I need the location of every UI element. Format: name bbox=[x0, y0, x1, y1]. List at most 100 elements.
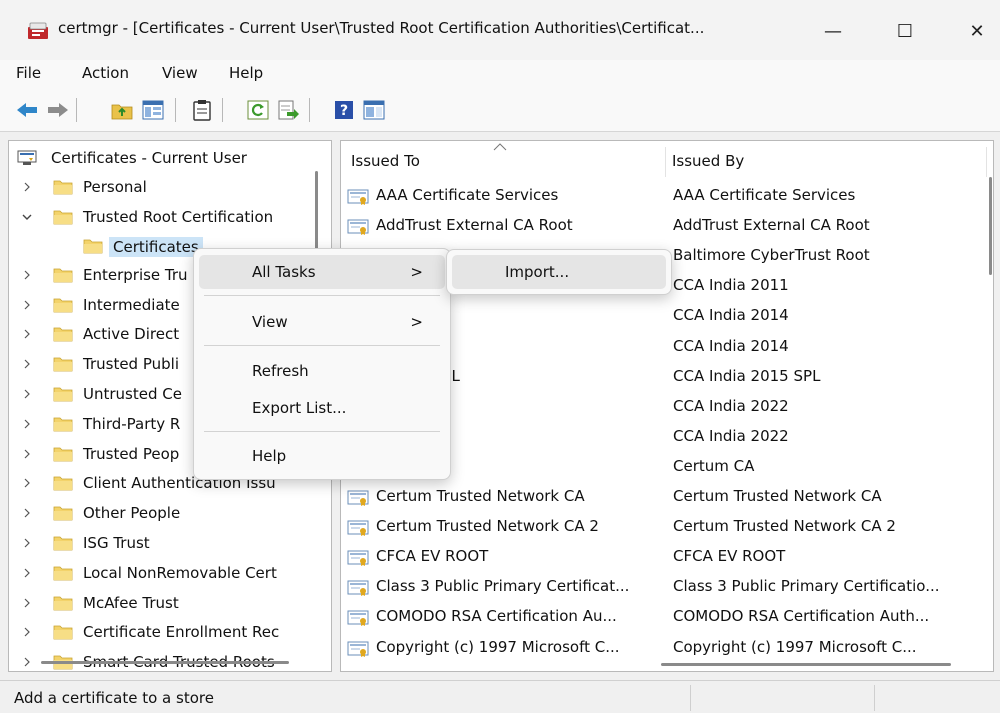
chevron-right-icon[interactable] bbox=[21, 656, 33, 668]
clipboard-icon[interactable] bbox=[190, 98, 214, 122]
issued-by-cell: CCA India 2015 SPL bbox=[673, 366, 821, 385]
chevron-right-icon[interactable] bbox=[21, 418, 33, 430]
menu-action[interactable]: Action bbox=[82, 64, 129, 82]
certificate-icon bbox=[347, 490, 369, 506]
issued-to-cell: Certum Trusted Network CA 2 bbox=[376, 517, 599, 536]
minimize-button[interactable]: — bbox=[808, 13, 858, 49]
folder-icon bbox=[83, 239, 103, 254]
issued-to-cell: COMODO RSA Certification Au... bbox=[376, 607, 617, 626]
chevron-right-icon[interactable] bbox=[21, 626, 33, 638]
certificate-icon bbox=[347, 580, 369, 597]
chevron-right-icon[interactable] bbox=[21, 358, 33, 370]
tree-item-label: Active Direct bbox=[83, 325, 180, 344]
issued-to-cell: Class 3 Public Primary Certificat... bbox=[376, 577, 630, 596]
chevron-right-icon[interactable] bbox=[21, 328, 33, 340]
table-row[interactable]: Copyright (c) 1997 Microsoft C... Copyrig… bbox=[341, 633, 991, 663]
folder-icon bbox=[53, 566, 73, 581]
folder-icon bbox=[53, 625, 73, 640]
sort-ascending-icon bbox=[493, 143, 507, 151]
context-menu-export-list[interactable]: Export List... bbox=[199, 391, 445, 425]
up-folder-icon[interactable] bbox=[110, 98, 134, 122]
tree-item-label: ISG Trust bbox=[83, 534, 150, 552]
certmgr-app-icon bbox=[28, 22, 48, 39]
certificate-icon bbox=[347, 520, 369, 537]
folder-icon bbox=[53, 387, 73, 402]
chevron-right-icon[interactable] bbox=[21, 181, 33, 193]
certificates-store-icon bbox=[17, 150, 37, 165]
refresh-icon[interactable] bbox=[246, 98, 270, 122]
folder-icon bbox=[53, 327, 73, 342]
list-horizontal-scrollbar[interactable] bbox=[661, 663, 951, 666]
table-row[interactable]: Certum Trusted Network CA 2 Certum Truste… bbox=[341, 512, 991, 542]
window-title: certmgr - [Certificates - Current User\T… bbox=[58, 19, 705, 37]
tree-item-label: McAfee Trust bbox=[83, 593, 179, 612]
chevron-right-icon[interactable] bbox=[21, 567, 33, 579]
tree-item-label: Third-Party R bbox=[83, 414, 181, 433]
help-icon[interactable]: ? bbox=[332, 98, 356, 122]
folder-icon bbox=[53, 268, 73, 283]
issued-to-cell: AAA Certificate Services bbox=[376, 186, 559, 204]
chevron-right-icon[interactable] bbox=[21, 299, 33, 311]
table-row[interactable]: COMODO RSA Certification Au... COMODO RSA… bbox=[341, 602, 991, 632]
context-menu-view[interactable]: View > bbox=[199, 305, 445, 339]
issued-by-cell: Certum CA bbox=[673, 456, 755, 475]
tree-item-label: Other People bbox=[83, 504, 181, 523]
issued-by-cell: CFCA EV ROOT bbox=[673, 547, 786, 566]
tree-item-label: Untrusted Ce bbox=[83, 385, 182, 403]
folder-icon bbox=[53, 447, 73, 461]
context-menu: All Tasks > View > Refresh Export List..… bbox=[193, 248, 451, 480]
show-hide-tree-icon[interactable] bbox=[141, 98, 165, 122]
list-vertical-scrollbar[interactable] bbox=[989, 177, 992, 275]
issued-by-cell: CCA India 2014 bbox=[673, 306, 789, 325]
column-issued-by[interactable]: Issued By bbox=[666, 141, 986, 181]
properties-pane-icon[interactable] bbox=[362, 98, 386, 122]
context-menu-help[interactable]: Help bbox=[199, 439, 445, 473]
issued-by-cell: Certum Trusted Network CA 2 bbox=[673, 517, 896, 536]
issued-by-cell: Certum Trusted Network CA bbox=[673, 487, 882, 505]
submenu-import[interactable]: Import... bbox=[452, 255, 666, 289]
folder-icon bbox=[53, 417, 73, 432]
issued-by-cell: CCA India 2014 bbox=[673, 336, 789, 355]
chevron-right-icon[interactable] bbox=[21, 269, 33, 281]
table-row[interactable]: AddTrust External CA Root AddTrust Extern… bbox=[341, 211, 991, 241]
certificate-icon bbox=[347, 219, 369, 236]
certificate-icon bbox=[347, 189, 369, 205]
context-menu-all-tasks[interactable]: All Tasks > bbox=[199, 255, 445, 289]
chevron-right-icon[interactable] bbox=[21, 477, 33, 489]
chevron-right-icon[interactable] bbox=[21, 388, 33, 400]
table-row[interactable]: Class 3 Public Primary Certificat... Clas… bbox=[341, 572, 991, 602]
maximize-button[interactable]: ☐ bbox=[880, 13, 930, 49]
folder-icon bbox=[53, 210, 73, 225]
all-tasks-submenu: Import... bbox=[446, 249, 672, 295]
column-issued-to[interactable]: Issued To bbox=[341, 141, 665, 181]
issued-to-cell: Certum Trusted Network CA bbox=[376, 487, 585, 505]
menu-file[interactable]: File bbox=[16, 64, 41, 82]
table-row[interactable]: Certum Trusted Network CA Certum Trusted … bbox=[341, 482, 991, 512]
folder-icon bbox=[53, 357, 73, 372]
tree-horizontal-scrollbar[interactable] bbox=[41, 661, 289, 664]
issued-by-cell: Class 3 Public Primary Certificatio... bbox=[673, 577, 940, 596]
chevron-right-icon[interactable] bbox=[21, 597, 33, 609]
chevron-right-icon[interactable] bbox=[21, 537, 33, 549]
status-bar: Add a certificate to a store bbox=[0, 680, 1000, 713]
table-row[interactable]: CFCA EV ROOT CFCA EV ROOT bbox=[341, 542, 991, 572]
issued-by-cell: AAA Certificate Services bbox=[673, 186, 856, 204]
folder-icon bbox=[53, 298, 73, 312]
close-button[interactable]: ✕ bbox=[952, 13, 1000, 49]
menu-view[interactable]: View bbox=[162, 64, 198, 82]
status-text: Add a certificate to a store bbox=[14, 689, 214, 707]
chevron-right-icon[interactable] bbox=[21, 448, 33, 460]
context-menu-refresh[interactable]: Refresh bbox=[199, 354, 445, 388]
menu-help[interactable]: Help bbox=[229, 64, 263, 82]
toolbar: ? bbox=[0, 88, 1000, 132]
issued-by-cell: CCA India 2011 bbox=[673, 276, 789, 295]
certificate-icon bbox=[347, 610, 369, 627]
back-arrow-icon[interactable] bbox=[15, 98, 39, 122]
export-list-icon[interactable] bbox=[277, 98, 301, 122]
folder-icon bbox=[53, 476, 73, 491]
chevron-right-icon[interactable] bbox=[21, 507, 33, 519]
chevron-down-icon[interactable] bbox=[21, 211, 33, 223]
table-row[interactable]: AAA Certificate Services AAA Certificate … bbox=[341, 181, 991, 211]
forward-arrow-icon[interactable] bbox=[46, 98, 70, 122]
folder-icon bbox=[53, 536, 73, 551]
